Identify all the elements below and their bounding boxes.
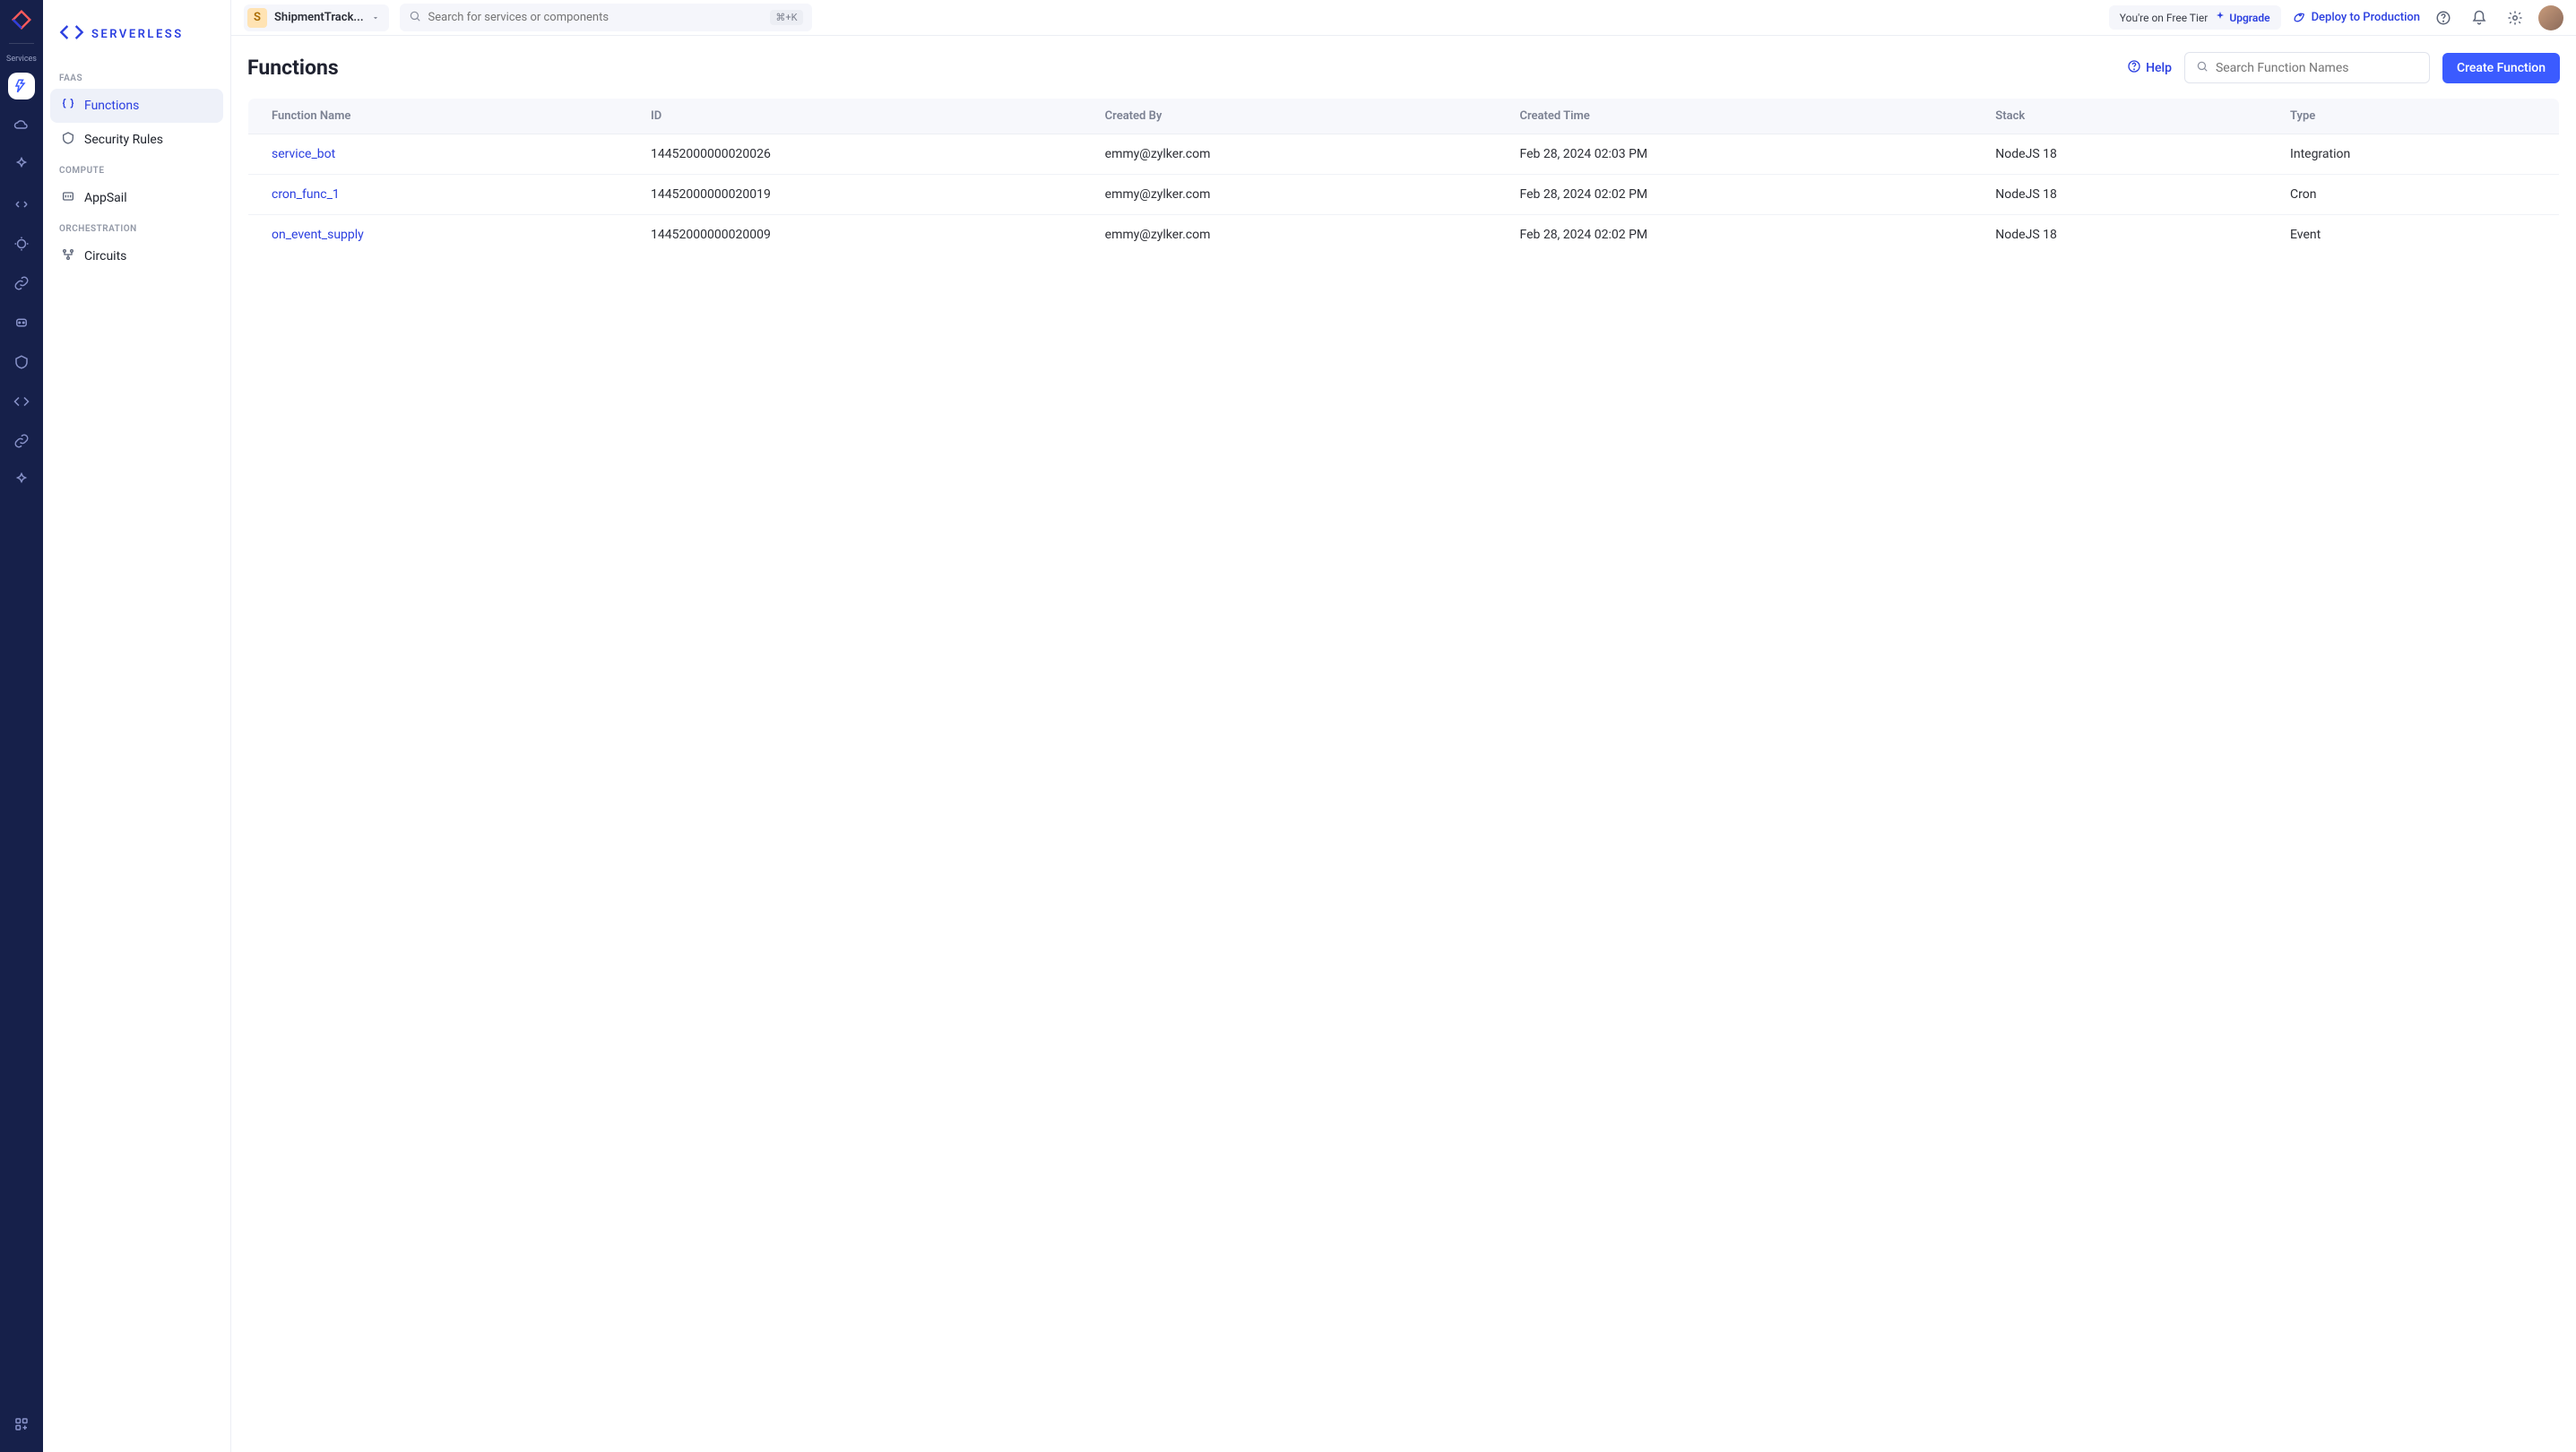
- function-search-input[interactable]: [2216, 61, 2418, 75]
- sidebar: SERVERLESS FAAS Functions Security Rules CO…: [43, 0, 231, 1452]
- brand-icon: [59, 20, 84, 48]
- rail-item-cloud[interactable]: [8, 112, 35, 139]
- functions-table-wrap: Function NameIDCreated ByCreated TimeSta…: [231, 98, 2576, 255]
- cell-stack: NodeJS 18: [1972, 175, 2267, 215]
- cell-stack: NodeJS 18: [1972, 215, 2267, 255]
- cell-type: Cron: [2267, 175, 2559, 215]
- flow-icon: [61, 247, 75, 265]
- global-search-input[interactable]: [428, 11, 764, 24]
- rail-item-devops[interactable]: [8, 191, 35, 218]
- rocket-icon: [2292, 9, 2306, 27]
- notifications-icon-button[interactable]: [2467, 5, 2492, 30]
- shield-icon: [61, 131, 75, 149]
- rail-item-security[interactable]: [8, 349, 35, 376]
- functions-table: Function NameIDCreated ByCreated TimeSta…: [247, 98, 2560, 255]
- col-function-name: Function Name: [248, 99, 628, 134]
- search-icon: [409, 9, 421, 26]
- function-search[interactable]: [2184, 52, 2430, 83]
- deploy-button[interactable]: Deploy to Production: [2292, 9, 2420, 27]
- cell-created_time: Feb 28, 2024 02:03 PM: [1496, 134, 1972, 175]
- cell-created_time: Feb 28, 2024 02:02 PM: [1496, 215, 1972, 255]
- page-header: Functions Help Create Function: [231, 36, 2576, 98]
- upgrade-label: Upgrade: [2229, 12, 2269, 24]
- rail-item-serverless[interactable]: [8, 73, 35, 99]
- rail-item-code[interactable]: [8, 388, 35, 415]
- section-header: ORCHESTRATION: [50, 215, 223, 239]
- cell-created_by: emmy@zylker.com: [1082, 134, 1497, 175]
- cell-id: 14452000000020019: [627, 175, 1082, 215]
- help-icon-button[interactable]: [2431, 5, 2456, 30]
- user-avatar[interactable]: [2538, 5, 2563, 30]
- create-function-button[interactable]: Create Function: [2442, 53, 2560, 83]
- rail-services-label: Services: [6, 55, 37, 64]
- cell-type: Integration: [2267, 134, 2559, 175]
- search-shortcut-hint: ⌘+K: [770, 10, 802, 25]
- sidebar-item-label: Functions: [84, 99, 139, 113]
- cell-type: Event: [2267, 215, 2559, 255]
- search-icon: [2196, 59, 2209, 76]
- sidebar-item-functions[interactable]: Functions: [50, 89, 223, 123]
- settings-icon-button[interactable]: [2503, 5, 2528, 30]
- cell-id: 14452000000020009: [627, 215, 1082, 255]
- rail-item-connect[interactable]: [8, 270, 35, 297]
- rail-divider: [9, 43, 34, 44]
- rail-item-apps[interactable]: [8, 1411, 35, 1438]
- tier-text: You're on Free Tier: [2120, 12, 2209, 24]
- col-created-by: Created By: [1082, 99, 1497, 134]
- sidebar-item-label: Circuits: [84, 249, 126, 264]
- container-icon: [61, 189, 75, 207]
- cell-stack: NodeJS 18: [1972, 134, 2267, 175]
- deploy-label: Deploy to Production: [2312, 11, 2420, 24]
- function-name-link[interactable]: cron_func_1: [248, 175, 628, 215]
- col-stack: Stack: [1972, 99, 2267, 134]
- function-name-link[interactable]: on_event_supply: [248, 215, 628, 255]
- rail-item-pipe[interactable]: [8, 428, 35, 454]
- sidebar-item-label: AppSail: [84, 191, 127, 205]
- function-name-link[interactable]: service_bot: [248, 134, 628, 175]
- help-link[interactable]: Help: [2127, 59, 2172, 77]
- rail-item-event[interactable]: [8, 467, 35, 494]
- chevron-down-icon: [371, 9, 380, 26]
- cell-id: 14452000000020026: [627, 134, 1082, 175]
- table-row: on_event_supply14452000000020009emmy@zyl…: [248, 215, 2560, 255]
- sidebar-item-security-rules[interactable]: Security Rules: [50, 123, 223, 157]
- col-id: ID: [627, 99, 1082, 134]
- brand: SERVERLESS: [50, 13, 223, 65]
- help-label: Help: [2146, 61, 2172, 75]
- cell-created_by: emmy@zylker.com: [1082, 215, 1497, 255]
- cell-created_by: emmy@zylker.com: [1082, 175, 1497, 215]
- section-header: FAAS: [50, 65, 223, 89]
- table-row: service_bot14452000000020026emmy@zylker.…: [248, 134, 2560, 175]
- nav-rail: Services: [0, 0, 43, 1452]
- product-logo: [9, 7, 34, 32]
- rail-item-insights[interactable]: [8, 230, 35, 257]
- sidebar-item-label: Security Rules: [84, 133, 163, 147]
- help-circle-icon: [2127, 59, 2141, 77]
- workspace-name: ShipmentTrack...: [274, 11, 364, 24]
- sparkle-icon: [2215, 11, 2226, 24]
- cell-created_time: Feb 28, 2024 02:02 PM: [1496, 175, 1972, 215]
- page-title: Functions: [247, 56, 339, 80]
- rail-item-ai[interactable]: [8, 151, 35, 178]
- braces-icon: [61, 97, 75, 115]
- section-header: COMPUTE: [50, 157, 223, 181]
- topbar: S ShipmentTrack... ⌘+K You're on Free Ti…: [231, 0, 2576, 36]
- rail-item-bot[interactable]: [8, 309, 35, 336]
- table-header-row: Function NameIDCreated ByCreated TimeSta…: [248, 99, 2560, 134]
- sidebar-item-circuits[interactable]: Circuits: [50, 239, 223, 273]
- table-row: cron_func_114452000000020019emmy@zylker.…: [248, 175, 2560, 215]
- brand-text: SERVERLESS: [91, 28, 184, 41]
- upgrade-link[interactable]: Upgrade: [2215, 11, 2269, 24]
- sidebar-item-appsail[interactable]: AppSail: [50, 181, 223, 215]
- global-search[interactable]: ⌘+K: [400, 4, 812, 31]
- col-created-time: Created Time: [1496, 99, 1972, 134]
- main: S ShipmentTrack... ⌘+K You're on Free Ti…: [231, 0, 2576, 1452]
- tier-chip: You're on Free Tier Upgrade: [2109, 5, 2281, 30]
- workspace-initial-badge: S: [247, 8, 267, 28]
- col-type: Type: [2267, 99, 2559, 134]
- workspace-selector[interactable]: S ShipmentTrack...: [244, 4, 389, 31]
